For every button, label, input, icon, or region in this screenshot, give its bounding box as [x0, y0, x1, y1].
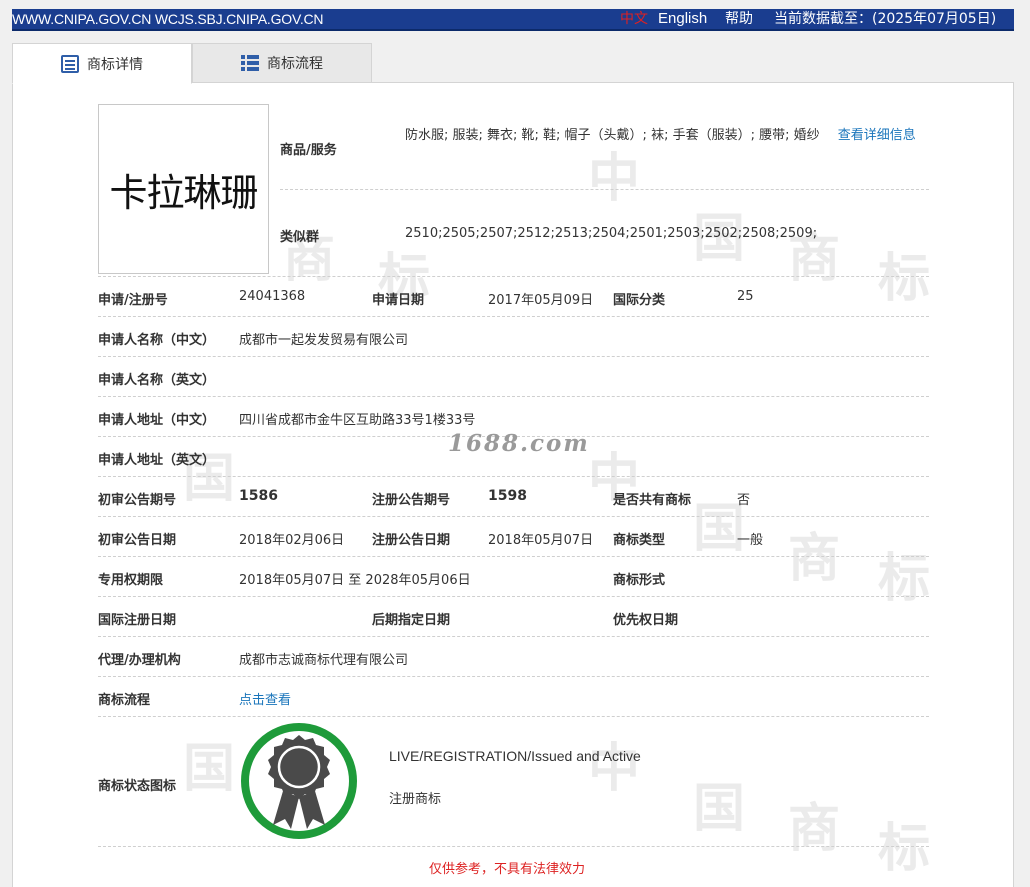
- later-designation-label: 后期指定日期: [372, 613, 451, 628]
- divider: [98, 396, 929, 397]
- reg-pub-no-label: 注册公告期号: [372, 493, 451, 508]
- similar-group-label: 类似群: [280, 230, 320, 245]
- address-cn-label: 申请人地址（中文）: [98, 413, 216, 428]
- divider: [280, 189, 929, 190]
- language-chinese-link[interactable]: 中文: [620, 9, 648, 29]
- shared-mark-label: 是否共有商标: [613, 493, 692, 508]
- prelim-no-label: 初审公告期号: [98, 493, 177, 508]
- tab-trademark-details[interactable]: 商标详情: [12, 43, 192, 84]
- term-value: 2018年05月07日 至 2028年05月06日: [239, 573, 471, 588]
- intl-reg-date-label: 国际注册日期: [98, 613, 177, 628]
- tab-label: 商标流程: [267, 56, 323, 72]
- background-watermark: 标: [878, 549, 931, 609]
- disclaimer: 仅供参考，不具有法律效力: [429, 862, 586, 877]
- divider: [98, 596, 929, 597]
- registered-status-icon: [241, 723, 357, 839]
- similar-group-value: 2510;2505;2507;2512;2513;2504;2501;2503;…: [405, 226, 818, 241]
- trademark-image: 卡拉琳珊: [98, 104, 269, 274]
- data-as-of-date: 当前数据截至：(2025年07月05日): [774, 11, 997, 27]
- applicant-cn-label: 申请人名称（中文）: [98, 333, 216, 348]
- term-label: 专用权期限: [98, 573, 164, 588]
- prelim-date-value: 2018年02月06日: [239, 533, 345, 548]
- reg-no-value: 24041368: [239, 289, 306, 304]
- process-label: 商标流程: [98, 693, 151, 708]
- mark-form-label: 商标形式: [613, 573, 666, 588]
- status-text-cn: 注册商标: [389, 792, 442, 807]
- status-icon-label: 商标状态图标: [98, 779, 177, 794]
- divider: [98, 556, 929, 557]
- trademark-image-text: 卡拉琳珊: [109, 170, 258, 215]
- language-english-link[interactable]: English: [658, 9, 707, 29]
- tab-label: 商标详情: [87, 56, 143, 73]
- detail-icon: [61, 54, 79, 73]
- divider: [98, 716, 929, 717]
- divider: [98, 516, 929, 517]
- background-watermark: 商: [788, 799, 841, 859]
- reg-pub-date-label: 注册公告日期: [372, 533, 451, 548]
- applicant-en-label: 申请人名称（英文）: [98, 373, 216, 388]
- background-watermark: 国: [693, 779, 746, 839]
- mark-type-label: 商标类型: [613, 533, 666, 548]
- site-domains: WWW.CNIPA.GOV.CN WCJS.SBJ.CNIPA.GOV.CN: [12, 11, 324, 27]
- intl-class-label: 国际分类: [613, 293, 666, 308]
- app-date-label: 申请日期: [372, 293, 425, 308]
- divider: [98, 476, 929, 477]
- divider: [98, 676, 929, 677]
- details-panel: 中 国 商 标 中 国 商 标 中 国 商 标 国 国 商 标 卡拉琳珊 商品/…: [12, 82, 1014, 887]
- divider: [98, 636, 929, 637]
- background-watermark: 标: [878, 819, 931, 879]
- agent-value: 成都市志诚商标代理有限公司: [239, 653, 409, 668]
- background-watermark: 国: [183, 739, 236, 799]
- prelim-no-value: 1586: [239, 488, 278, 504]
- mark-type-value: 一般: [737, 533, 764, 548]
- goods-services-value: 防水服; 服装; 舞衣; 靴; 鞋; 帽子（头戴）; 袜; 手套（服装）; 腰带…: [405, 128, 916, 143]
- background-watermark: 中: [588, 149, 641, 209]
- view-details-link[interactable]: 查看详细信息: [838, 128, 916, 143]
- address-en-label: 申请人地址（英文）: [98, 453, 216, 468]
- goods-services-label: 商品/服务: [280, 143, 337, 158]
- applicant-cn-value: 成都市一起发发贸易有限公司: [239, 333, 409, 348]
- background-watermark: 标: [878, 249, 931, 309]
- tab-trademark-process[interactable]: 商标流程: [192, 43, 372, 83]
- divider: [98, 846, 929, 847]
- 1688-watermark: 1688.com: [448, 430, 590, 457]
- agent-label: 代理/办理机构: [98, 653, 181, 668]
- prelim-date-label: 初审公告日期: [98, 533, 177, 548]
- divider: [98, 356, 929, 357]
- app-date-value: 2017年05月09日: [488, 293, 594, 308]
- status-text-en: LIVE/REGISTRATION/Issued and Active: [389, 748, 641, 764]
- intl-class-value: 25: [737, 289, 754, 304]
- top-banner: WWW.CNIPA.GOV.CN WCJS.SBJ.CNIPA.GOV.CN 中…: [12, 9, 1014, 31]
- divider: [98, 316, 929, 317]
- background-watermark: 商: [788, 529, 841, 589]
- divider: [98, 276, 929, 277]
- address-cn-value: 四川省成都市金牛区互助路33号1楼33号: [239, 413, 476, 428]
- list-icon: [241, 54, 259, 72]
- help-link[interactable]: 帮助: [725, 9, 753, 29]
- view-process-link[interactable]: 点击查看: [239, 689, 291, 708]
- reg-no-label: 申请/注册号: [98, 293, 168, 308]
- reg-pub-no-value: 1598: [488, 488, 527, 504]
- shared-mark-value: 否: [737, 493, 751, 508]
- priority-date-label: 优先权日期: [613, 613, 679, 628]
- reg-pub-date-value: 2018年05月07日: [488, 533, 594, 548]
